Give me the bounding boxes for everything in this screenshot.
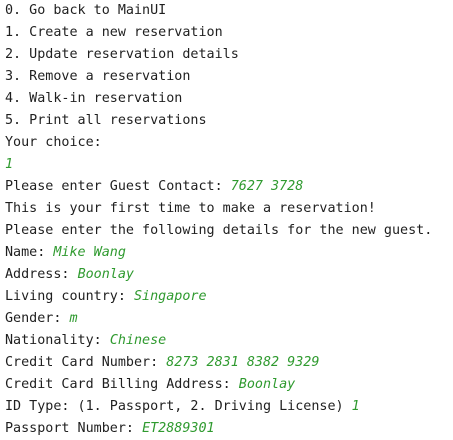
- name-prompt: Name:: [5, 245, 54, 260]
- gender-line: Gender: m: [5, 308, 453, 330]
- billing-address-input: Boonlay: [238, 377, 296, 392]
- id-type-line: ID Type: (1. Passport, 2. Driving Licens…: [5, 396, 453, 418]
- credit-card-number-line: Credit Card Number: 8273 2831 8382 9329: [5, 352, 453, 374]
- menu-option-0: 0. Go back to MainUI: [5, 3, 167, 18]
- gender-input: m: [69, 311, 78, 326]
- guest-contact-line: Please enter Guest Contact: 7627 3728: [5, 176, 453, 198]
- console-output[interactable]: 0. Go back to MainUI 1. Create a new res…: [0, 0, 453, 436]
- billing-address-prompt: Credit Card Billing Address:: [5, 377, 239, 392]
- credit-card-number-input: 8273 2831 8382 9329: [166, 355, 320, 370]
- guest-contact-prompt: Please enter Guest Contact:: [5, 179, 231, 194]
- guest-contact-input: 7627 3728: [230, 179, 304, 194]
- menu-option-5: 5. Print all reservations: [5, 113, 207, 128]
- passport-number-line: Passport Number: ET2889301: [5, 418, 453, 440]
- menu-option-3: 3. Remove a reservation: [5, 69, 191, 84]
- living-country-prompt: Living country:: [5, 289, 134, 304]
- first-time-message: This is your first time to make a reserv…: [5, 201, 376, 216]
- name-line: Name: Mike Wang: [5, 242, 453, 264]
- address-input: Boonlay: [77, 267, 134, 282]
- credit-card-number-prompt: Credit Card Number:: [5, 355, 167, 370]
- address-line: Address: Boonlay: [5, 264, 453, 286]
- menu-option-4: 4. Walk-in reservation: [5, 91, 183, 106]
- passport-number-input: ET2889301: [142, 421, 215, 436]
- choice-input: 1: [5, 157, 14, 172]
- menu-option-1: 1. Create a new reservation: [5, 25, 223, 40]
- address-prompt: Address:: [5, 267, 78, 282]
- gender-prompt: Gender:: [5, 311, 70, 326]
- details-message: Please enter the following details for t…: [5, 223, 433, 238]
- passport-number-prompt: Passport Number:: [5, 421, 143, 436]
- billing-address-line: Credit Card Billing Address: Boonlay: [5, 374, 453, 396]
- id-type-input: 1: [351, 399, 360, 414]
- choice-prompt: Your choice:: [5, 135, 102, 150]
- living-country-input: Singapore: [134, 289, 207, 304]
- menu-option-2: 2. Update reservation details: [5, 47, 239, 62]
- nationality-prompt: Nationality:: [5, 333, 110, 348]
- living-country-line: Living country: Singapore: [5, 286, 453, 308]
- id-type-prompt: ID Type: (1. Passport, 2. Driving Licens…: [5, 399, 352, 414]
- nationality-input: Chinese: [109, 333, 167, 348]
- name-input: Mike Wang: [53, 245, 126, 260]
- nationality-line: Nationality: Chinese: [5, 330, 453, 352]
